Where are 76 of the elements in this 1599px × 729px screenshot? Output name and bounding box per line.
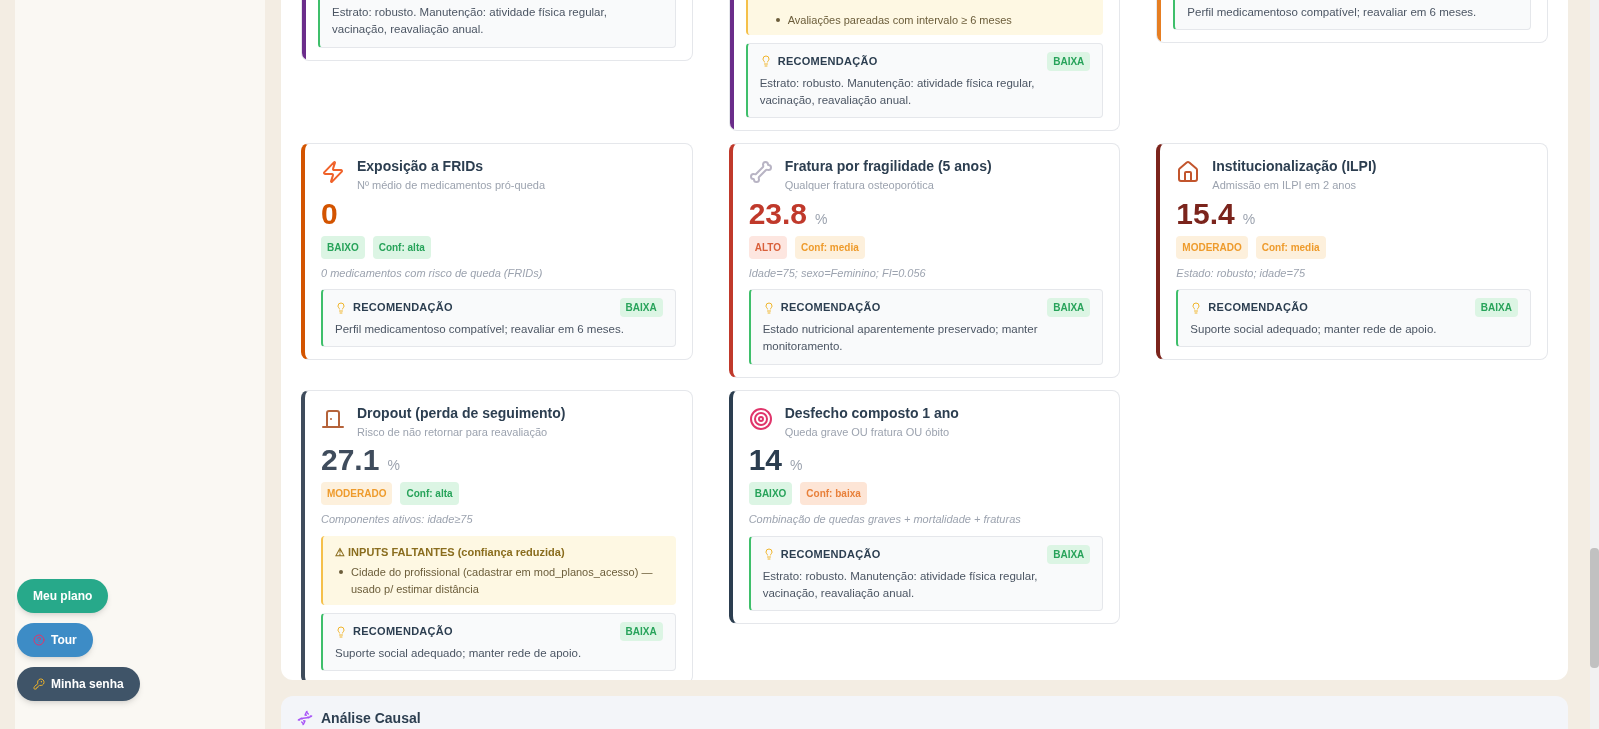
risk-badge: Conf: media: [1255, 235, 1326, 259]
card-title: Institucionalização (ILPI): [1212, 157, 1377, 176]
risk-value: 27.1: [321, 442, 380, 478]
card-subtitle: Nº médio de medicamentos pró-queda: [357, 178, 546, 193]
priority-badge: BAIXA: [619, 298, 663, 317]
missing-inputs-heading: ⚠ INPUTS FALTANTES (confiança reduzida): [335, 544, 566, 560]
lightning-icon: [321, 160, 345, 184]
missing-input-item: Avaliações pareadas com intervalo ≥ 6 meses: [787, 13, 1012, 28]
floating-button[interactable]: Minha senha: [17, 667, 140, 701]
recommendation-text: Suporte social adequado; manter rede de apoio.: [1190, 322, 1438, 337]
unit-label: %: [387, 456, 400, 475]
risk-value: 14: [748, 442, 783, 478]
unit-label: %: [1242, 209, 1256, 229]
bone-icon: [748, 160, 773, 184]
card-note: Estado: robusto; idade=75: [1176, 265, 1307, 281]
risk-badge: MODERADO: [1176, 235, 1248, 259]
lightbulb-icon: [335, 625, 347, 638]
priority-badge: BAIXA: [1047, 544, 1091, 564]
lightbulb-icon: [762, 301, 775, 314]
recommendation-text: Estrato: robusto. Manutenção: atividade física regular, vacinação, reavaliação anual.: [762, 568, 1039, 601]
recommendation-heading: RECOMENDAÇÃO: [1208, 300, 1309, 316]
recommendation-heading: RECOMENDAÇÃO: [353, 624, 453, 640]
card-subtitle: Admissão em ILPI em 2 anos: [1212, 178, 1357, 193]
risk-badge: Conf: alta: [372, 235, 431, 259]
floating-button[interactable]: Tour: [17, 623, 93, 657]
priority-badge: BAIXA: [1047, 51, 1091, 71]
card-note: Componentes ativos: idade≥75: [321, 512, 474, 527]
lightbulb-icon: [759, 55, 772, 67]
priority-badge: BAIXA: [1474, 298, 1518, 317]
lightbulb-icon: [335, 301, 347, 314]
dna-icon: [297, 710, 313, 726]
risk-badge: BAIXO: [321, 235, 365, 259]
recommendation-heading: RECOMENDAÇÃO: [777, 53, 878, 69]
target-icon: [748, 406, 773, 431]
card-title: Exposição a FRIDs: [357, 157, 485, 176]
risk-value: 0: [321, 195, 338, 232]
house-icon: [1176, 160, 1201, 184]
unit-label: %: [815, 209, 828, 229]
lightbulb-icon: [762, 548, 775, 560]
card-note: 0 medicamentos com risco de queda (FRIDs): [321, 265, 544, 281]
risk-badge: Conf: alta: [400, 482, 459, 505]
card-title: Dropout (perda de seguimento): [357, 403, 566, 423]
risk-badge: Conf: media: [794, 235, 865, 259]
risk-value: 15.4: [1176, 195, 1235, 232]
recommendation-text: Perfil medicamentoso compatível; reavaliar em 6 meses.: [335, 322, 625, 337]
section-title: Análise Causal: [321, 709, 421, 728]
unit-label: %: [790, 456, 803, 475]
card-note: Idade=75; sexo=Feminino; FI=0.056: [748, 265, 927, 281]
card-subtitle: Queda grave OU fratura OU óbito: [784, 424, 951, 440]
card-subtitle: Risco de não retornar para reavaliação: [357, 424, 549, 440]
risk-badge: BAIXO: [748, 482, 793, 505]
lightbulb-icon: [1190, 301, 1203, 314]
key-icon: [33, 678, 45, 690]
bullet-icon: [339, 570, 343, 574]
recommendation-heading: RECOMENDAÇÃO: [353, 300, 453, 316]
missing-input-item: Cidade do profissional (cadastrar em mod_planos_acesso) — usado p/ estimar distância: [351, 565, 654, 597]
priority-badge: BAIXA: [619, 622, 663, 641]
recommendation-text: Suporte social adequado; manter rede de apoio.: [335, 646, 583, 661]
recommendation-text: Estrato: robusto. Manutenção: atividade física regular, vacinação, reavaliação anual.: [332, 5, 608, 38]
risk-badge: MODERADO: [321, 482, 393, 505]
recommendation-heading: RECOMENDAÇÃO: [780, 300, 881, 316]
floating-button[interactable]: Meu plano: [17, 579, 109, 613]
priority-badge: BAIXA: [1047, 298, 1091, 317]
risk-value: 23.8: [748, 195, 808, 232]
card-title: Desfecho composto 1 ano: [784, 403, 959, 423]
recommendation-text: Estrato: robusto. Manutenção: atividade física regular, vacinação, reavaliação anual.: [759, 75, 1036, 108]
question-icon: [33, 634, 45, 646]
recommendation-text: Perfil medicamentoso compatível; reavaliar em 6 meses.: [1187, 5, 1478, 20]
bullet-icon: [775, 18, 780, 22]
card-note: Combinação de quedas graves + mortalidade + fraturas: [748, 512, 1022, 527]
risk-badge: ALTO: [748, 235, 787, 259]
risk-badge: Conf: baixa: [800, 482, 867, 505]
card-subtitle: Qualquer fratura osteoporótica: [784, 178, 935, 193]
recommendation-text: Estado nutricional aparentemente preservado; manter monitoramento.: [762, 322, 1039, 355]
recommendation-heading: RECOMENDAÇÃO: [780, 546, 881, 562]
card-title: Fratura por fragilidade (5 anos): [784, 157, 992, 176]
